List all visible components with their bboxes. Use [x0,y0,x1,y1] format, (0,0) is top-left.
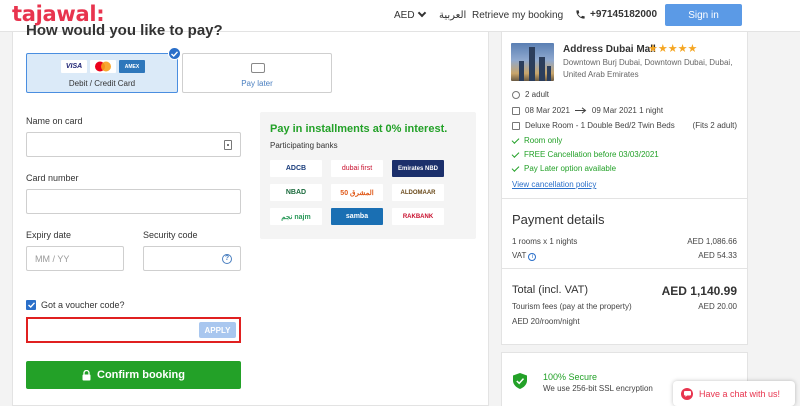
divider [501,198,748,199]
star-rating: ★★★★★ [648,43,698,55]
bank-logo: NBAD [270,184,322,201]
installments-subtitle: Participating banks [270,141,338,150]
dates-row: 08 Mar 2021 09 Mar 2021 1 night [512,106,663,115]
check-icon [511,149,520,158]
hotel-address: Downtown Burj Dubai, Downtown Dubai, Dub… [563,58,733,67]
expiry-date-input[interactable]: MM / YY [26,246,124,271]
currency-selector[interactable]: AED [394,8,426,21]
perk-item: Pay Later option available [511,163,616,173]
secure-subtitle: We use 256-bit SSL encryption [543,384,653,393]
tourism-fee-row: Tourism fees (pay at the property) AED 2… [512,302,737,311]
pay-option-later-label: Pay later [241,79,273,88]
help-icon[interactable]: ? [222,253,232,264]
hotel-name: Address Dubai Mall [563,44,656,55]
chat-icon [681,387,693,400]
phone-icon [576,10,585,19]
language-link[interactable]: العربية [439,10,466,21]
payment-details-title: Payment details [512,212,605,227]
divider [501,268,748,269]
bank-logo: samba [331,208,383,225]
bank-logo: نجم najm [270,208,322,225]
room-type: Deluxe Room - 1 Double Bed/2 Twin Beds [525,121,675,130]
confirm-booking-button[interactable]: Confirm booking [26,361,241,389]
chevron-down-icon [417,8,426,18]
confirm-booking-label: Confirm booking [97,369,185,381]
checkout-date: 09 Mar 2021 1 night [591,106,664,115]
pay-option-later[interactable]: Pay later [182,53,332,93]
voucher-code-input[interactable]: APPLY [26,317,241,343]
apply-voucher-button[interactable]: APPLY [199,322,236,338]
mastercard-logo [90,60,116,73]
room-capacity: (Fits 2 adult) [692,121,737,130]
calendar-icon [251,63,265,73]
phone-link[interactable]: +97145182000 [575,9,657,20]
payment-section-title: How would you like to pay? [26,22,223,39]
bank-logo: RAKBANK [392,208,444,225]
security-code-label: Security code [143,230,198,240]
voucher-toggle[interactable]: Got a voucher code? [26,300,125,310]
phone-number: +97145182000 [590,9,658,20]
bed-icon [512,121,520,130]
shield-icon [513,373,527,389]
hotel-address-country: United Arab Emirates [563,70,639,79]
room-row: Deluxe Room - 1 Double Bed/2 Twin Beds (… [512,121,737,130]
name-on-card-input[interactable] [26,132,241,157]
installments-title: Pay in installments at 0% interest. [270,123,448,135]
hotel-photo [511,43,554,81]
chat-widget-button[interactable]: Have a chat with us! [673,381,795,406]
checkin-date: 08 Mar 2021 [525,106,570,115]
retrieve-booking-link[interactable]: Retrieve my booking [472,10,563,21]
sign-in-button[interactable]: Sign in [665,4,742,26]
total-label: Total (incl. VAT) [512,284,588,296]
check-icon [511,163,520,172]
arrow-right-icon [574,107,587,114]
total-row: Total (incl. VAT) AED 1,140.99 [512,284,737,298]
secure-title: 100% Secure [543,372,598,382]
bank-logo: dubai first [331,160,383,177]
perk-item: FREE Cancellation before 03/03/2021 [511,149,659,159]
contact-card-icon [224,139,232,150]
expiry-placeholder: MM / YY [35,253,70,264]
bank-logo: ADCB [270,160,322,177]
bank-logo: Emirates NBD [392,160,444,177]
security-code-input[interactable]: ? [143,246,241,271]
card-number-label: Card number [26,173,79,183]
chat-label: Have a chat with us! [699,388,781,399]
voucher-label: Got a voucher code? [41,300,125,310]
name-on-card-label: Name on card [26,116,83,126]
user-icon [512,90,520,99]
check-icon [511,135,520,144]
bank-logo: ALDOMAAR [392,184,444,201]
voucher-checkbox[interactable] [26,300,36,310]
amex-logo: AMEX [119,60,145,73]
rooms-cost-row: 1 rooms x 1 nights AED 1,086.66 [512,237,737,246]
info-icon[interactable]: i [528,253,537,261]
currency-label: AED [394,10,415,21]
total-amount: AED 1,140.99 [661,284,737,298]
perk-item: Room only [511,135,562,145]
selected-check-icon [168,47,181,60]
visa-logo: VISA [61,60,87,73]
pay-option-card[interactable]: VISA AMEX Debit / Credit Card [26,53,178,93]
installments-panel: Pay in installments at 0% interest. Part… [260,112,476,239]
guests-row: 2 adult [512,90,549,99]
lock-icon [82,369,91,380]
card-number-input[interactable] [26,189,241,214]
card-logos: VISA AMEX [61,60,145,73]
pay-option-card-label: Debit / Credit Card [68,79,136,88]
vat-row: VAT i AED 54.33 [512,251,737,261]
tourism-rate-row: AED 20/room/night [512,317,580,326]
bank-logo: المشرق 50 [331,184,383,201]
cancellation-policy-link[interactable]: View cancellation policy [512,180,596,189]
expiry-date-label: Expiry date [26,230,72,240]
calendar-icon [512,106,520,115]
